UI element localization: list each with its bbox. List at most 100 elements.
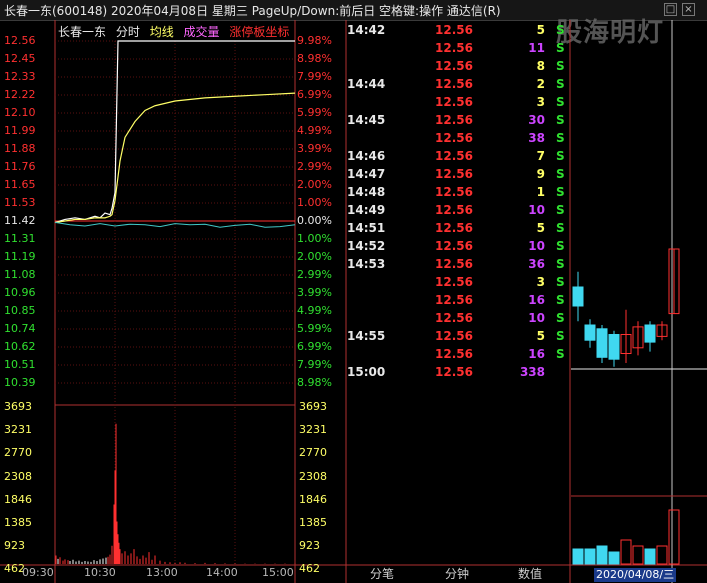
fenshi-label[interactable]: 分时 (116, 25, 140, 39)
tick-row[interactable]: 14:53 12.56 36 S (347, 256, 569, 274)
pct-tick-label: 4.99% (297, 304, 332, 317)
time-tick-label: 15:00 (262, 566, 294, 579)
tick-volume: 16 (528, 293, 545, 307)
pct-tick-label: 8.98% (297, 376, 332, 389)
tick-row[interactable]: 12.56 38 S (347, 130, 569, 148)
tick-price: 12.56 (435, 59, 473, 73)
tab-fenzhong[interactable]: 分钟 (445, 565, 469, 582)
close-button[interactable]: × (682, 3, 695, 16)
tick-row[interactable]: 12.56 16 S (347, 292, 569, 310)
time-tick-label: 10:30 (84, 566, 116, 579)
pct-tick-label: 5.99% (297, 322, 332, 335)
volume-tick-label: 1385 (4, 516, 32, 529)
price-tick-label: 11.65 (4, 178, 36, 191)
stock-name-label: 长春一东 (58, 25, 107, 39)
tick-flag: S (556, 59, 565, 73)
price-tick-label: 11.53 (4, 196, 36, 209)
pct-tick-label: 1.00% (297, 196, 332, 209)
tick-row[interactable]: 14:55 12.56 5 S (347, 328, 569, 346)
tick-price: 12.56 (435, 203, 473, 217)
tick-row[interactable]: 12.56 11 S (347, 40, 569, 58)
tick-row[interactable]: 14:44 12.56 2 S (347, 76, 569, 94)
tick-price: 12.56 (435, 23, 473, 37)
tick-time: 14:49 (347, 203, 386, 217)
tick-flag: S (556, 329, 565, 343)
tick-time: 15:00 (347, 365, 386, 379)
price-tick-label: 12.33 (4, 70, 36, 83)
time-tick-label: 13:00 (146, 566, 178, 579)
pct-tick-label: 3.99% (297, 142, 332, 155)
volume-tick-label: 1846 (4, 492, 32, 506)
tick-row[interactable]: 15:00 12.56 338 (347, 364, 569, 382)
tick-row[interactable]: 14:42 12.56 5 S (347, 22, 569, 40)
kline-candle (572, 286, 584, 307)
tick-price: 12.56 (435, 77, 473, 91)
limit-axis-label[interactable]: 涨停板坐标 (229, 25, 289, 39)
tick-volume: 338 (519, 365, 545, 379)
price-tick-label: 10.62 (4, 340, 36, 353)
tab-fenbi[interactable]: 分笔 (370, 565, 394, 582)
tick-volume: 30 (528, 113, 545, 127)
kline-volume-bar (668, 509, 680, 565)
pct-tick-label: 6.99% (297, 88, 332, 101)
tick-row[interactable]: 12.56 8 S (347, 58, 569, 76)
pct-tick-label: 3.99% (297, 286, 332, 299)
tick-flag: S (556, 23, 565, 37)
price-tick-label: 11.31 (4, 232, 36, 245)
tick-volume: 2 (536, 77, 545, 91)
tick-flag: S (556, 203, 565, 217)
tick-price: 12.56 (435, 275, 473, 289)
tick-flag: S (556, 239, 565, 253)
tick-row[interactable]: 12.56 16 S (347, 346, 569, 364)
tick-time: 14:53 (347, 257, 386, 271)
price-tick-label: 11.08 (4, 268, 36, 281)
pct-tick-label: 4.99% (297, 124, 332, 137)
tick-row[interactable]: 12.56 3 S (347, 94, 569, 112)
tab-shuzhi[interactable]: 数值 (518, 565, 542, 582)
tick-row[interactable]: 14:51 12.56 5 S (347, 220, 569, 238)
tick-row[interactable]: 14:52 12.56 10 S (347, 238, 569, 256)
tick-volume: 9 (536, 167, 545, 181)
tick-flag: S (556, 131, 565, 145)
tick-time: 14:46 (347, 149, 386, 163)
minimize-button[interactable]: □ (664, 3, 677, 16)
kline-candle (644, 324, 656, 343)
tick-flag: S (556, 77, 565, 91)
tick-volume: 10 (528, 311, 545, 325)
tick-row[interactable]: 14:45 12.56 30 S (347, 112, 569, 130)
tick-row[interactable]: 12.56 10 S (347, 310, 569, 328)
price-tick-label: 11.88 (4, 142, 36, 155)
kline-volume-bar (596, 545, 608, 565)
price-tick-label: 12.10 (4, 106, 36, 119)
volume-tick-label: 3231 (4, 423, 32, 437)
tick-flag: S (556, 95, 565, 109)
pct-tick-label: 1.00% (297, 232, 332, 245)
volume-tick-label-right: 462 (299, 562, 320, 576)
price-tick-label: 10.74 (4, 322, 36, 335)
price-tick-label: 11.76 (4, 160, 36, 173)
volume-tick-label: 923 (4, 539, 25, 553)
avg-line-label[interactable]: 均线 (150, 25, 174, 39)
tick-time: 14:51 (347, 221, 386, 235)
volume-tick-label: 3693 (4, 400, 32, 413)
tick-time: 14:45 (347, 113, 386, 127)
tick-volume: 36 (528, 257, 545, 271)
tick-flag: S (556, 275, 565, 289)
kline-candle (596, 328, 608, 358)
tick-row[interactable]: 14:49 12.56 10 S (347, 202, 569, 220)
tick-row[interactable]: 14:47 12.56 9 S (347, 166, 569, 184)
price-tick-label: 11.42 (4, 214, 36, 227)
time-tick-label: 14:00 (206, 566, 238, 579)
tick-row[interactable]: 12.56 3 S (347, 274, 569, 292)
pct-tick-label: 7.99% (297, 70, 332, 83)
tick-price: 12.56 (435, 149, 473, 163)
pct-tick-label: 0.00% (297, 214, 332, 227)
kline-volume-bar (656, 545, 668, 565)
volume-tick-label-right: 1385 (299, 516, 327, 529)
tick-row[interactable]: 14:48 12.56 1 S (347, 184, 569, 202)
tick-row[interactable]: 14:46 12.56 7 S (347, 148, 569, 166)
price-tick-label: 11.19 (4, 250, 36, 263)
volume-label[interactable]: 成交量 (184, 25, 220, 39)
tick-volume: 5 (536, 329, 545, 343)
pct-tick-label: 8.98% (297, 52, 332, 65)
